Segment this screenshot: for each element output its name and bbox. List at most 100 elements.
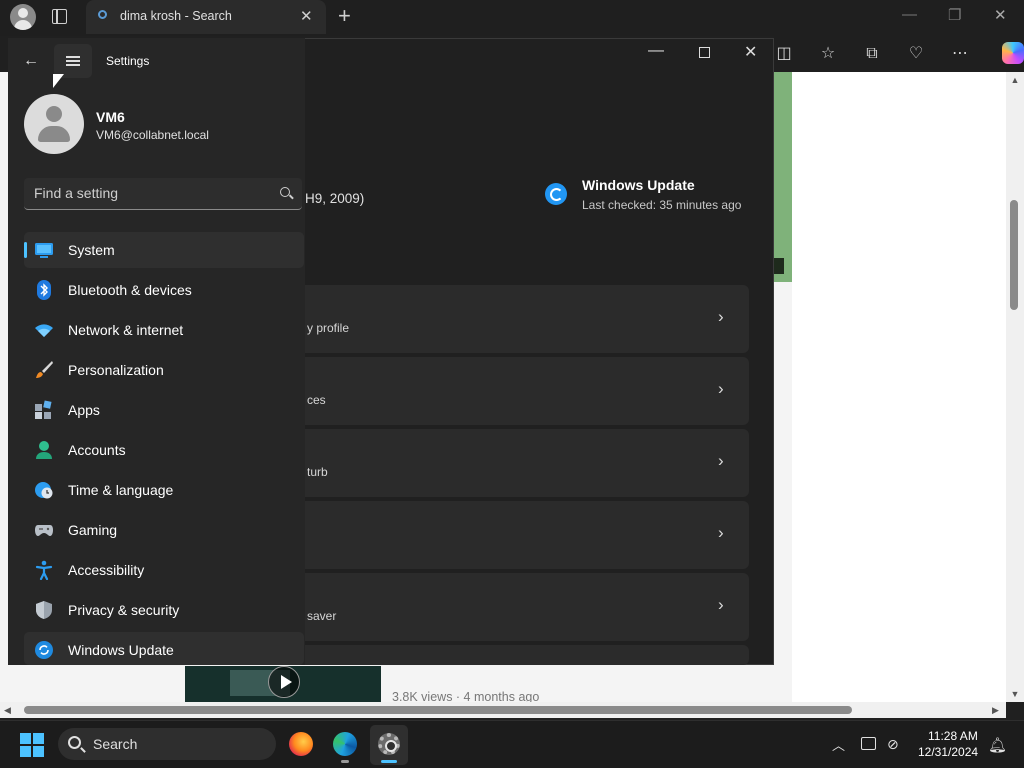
chevron-right-icon: › [718, 595, 724, 614]
settings-card[interactable]: › [305, 501, 749, 569]
scroll-up-icon[interactable]: ▲ [1006, 72, 1024, 88]
globe-clock-icon [35, 482, 53, 499]
user-name: VM6 [96, 109, 125, 125]
maximize-button[interactable] [699, 47, 710, 58]
favorites-icon[interactable]: ☆ [818, 44, 838, 64]
search-icon [68, 736, 81, 749]
settings-search-box[interactable] [24, 178, 302, 210]
navigation-menu-button[interactable] [54, 44, 92, 78]
nav-item-time-language[interactable]: Time & language [24, 472, 304, 508]
close-button[interactable]: ✕ [744, 42, 757, 62]
edge-icon[interactable] [333, 732, 357, 756]
user-email: VM6@collabnet.local [96, 128, 209, 142]
update-icon [35, 641, 53, 659]
browser-profile-avatar[interactable] [10, 4, 36, 30]
display-icon[interactable] [861, 737, 876, 750]
wifi-icon [35, 324, 53, 337]
gamepad-icon [35, 525, 53, 536]
vertical-scrollbar[interactable] [1006, 72, 1024, 702]
settings-title: Settings [106, 54, 150, 68]
settings-card[interactable]: ces › [305, 357, 749, 425]
tab-title: dima krosh - Search [120, 9, 232, 23]
windows-update-title[interactable]: Windows Update [582, 177, 695, 193]
search-input[interactable] [34, 185, 264, 201]
chevron-right-icon: › [718, 307, 724, 326]
firefox-icon[interactable] [289, 732, 313, 756]
nav-label: Accessibility [68, 562, 145, 578]
copilot-icon[interactable] [1002, 42, 1024, 64]
browser-tab-strip: dima krosh - Search ✕ + — ❐ ✕ [0, 0, 1024, 36]
scroll-down-icon[interactable]: ▼ [1006, 686, 1024, 702]
browser-close-icon[interactable]: ✕ [994, 6, 1007, 24]
nav-label: Time & language [68, 482, 174, 498]
taskbar-search[interactable]: Search [58, 728, 276, 760]
os-version-text: H9, 2009) [305, 191, 365, 206]
more-options-icon[interactable]: ⋯ [950, 44, 970, 64]
start-button[interactable] [20, 733, 44, 757]
settings-card[interactable]: saver › [305, 573, 749, 641]
nav-item-windows-update[interactable]: Windows Update [24, 632, 304, 665]
settings-card[interactable] [305, 645, 749, 665]
notification-bell-icon[interactable]: 🔔︎ [988, 736, 1007, 754]
chevron-up-icon[interactable]: ︿ [832, 735, 845, 754]
web-page-right-area [792, 72, 1006, 702]
browser-minimize-icon[interactable]: — [902, 6, 917, 23]
accessibility-icon [35, 560, 53, 580]
clock-time[interactable]: 11:28 AM [928, 729, 978, 743]
web-image-strip [774, 72, 792, 282]
nav-item-privacy[interactable]: Privacy & security [24, 592, 304, 628]
search-icon[interactable] [280, 187, 290, 197]
network-disconnected-icon[interactable]: ⊘ [887, 736, 899, 753]
minimize-button[interactable]: — [648, 42, 664, 60]
card-subtitle: turb [307, 465, 328, 479]
windows-update-icon[interactable] [545, 183, 567, 205]
selected-indicator [24, 242, 27, 258]
clock-date[interactable]: 12/31/2024 [918, 745, 978, 759]
nav-item-gaming[interactable]: Gaming [24, 512, 304, 548]
scroll-left-icon[interactable]: ◀ [4, 702, 11, 718]
shield-icon [36, 601, 52, 619]
play-icon[interactable] [268, 666, 300, 698]
web-image-badge [774, 258, 784, 274]
browser-tab[interactable]: dima krosh - Search ✕ [86, 0, 326, 34]
browser-essentials-icon[interactable]: ♡ [906, 44, 926, 64]
running-indicator [341, 760, 349, 763]
chevron-right-icon: › [718, 451, 724, 470]
settings-card[interactable]: y profile › [305, 285, 749, 353]
horizontal-scroll-thumb[interactable] [24, 706, 852, 714]
nav-label: Apps [68, 402, 100, 418]
windows-update-subtitle: Last checked: 35 minutes ago [582, 198, 742, 212]
nav-item-apps[interactable]: Apps [24, 392, 304, 428]
nav-item-personalization[interactable]: Personalization [24, 352, 304, 388]
nav-item-network[interactable]: Network & internet [24, 312, 304, 348]
nav-item-accounts[interactable]: Accounts [24, 432, 304, 468]
nav-item-bluetooth[interactable]: Bluetooth & devices [24, 272, 304, 308]
browser-restore-icon[interactable]: ❐ [948, 6, 961, 24]
nav-label: Network & internet [68, 322, 184, 338]
chevron-right-icon: › [718, 523, 724, 542]
settings-card[interactable]: turb › [305, 429, 749, 497]
apps-icon [35, 400, 52, 419]
card-subtitle: ces [307, 393, 326, 407]
bluetooth-icon [37, 280, 51, 300]
nav-item-accessibility[interactable]: Accessibility [24, 552, 304, 588]
nav-item-system[interactable]: System [24, 232, 304, 268]
user-avatar[interactable] [24, 94, 84, 154]
settings-gear-icon[interactable] [378, 733, 400, 755]
system-icon [35, 243, 53, 258]
tab-actions-icon[interactable] [52, 9, 67, 24]
split-screen-icon[interactable]: ◫ [774, 44, 794, 64]
brush-icon [36, 361, 53, 378]
back-button[interactable]: ← [14, 44, 48, 78]
chevron-right-icon: › [718, 379, 724, 398]
card-subtitle: saver [307, 609, 337, 623]
nav-label: Windows Update [68, 642, 174, 658]
tab-close-icon[interactable]: ✕ [300, 7, 313, 25]
active-indicator [381, 760, 397, 763]
new-tab-button[interactable]: + [338, 3, 351, 29]
nav-label: Privacy & security [68, 602, 180, 618]
vertical-scroll-thumb[interactable] [1010, 200, 1018, 310]
collections-icon[interactable]: ⧉ [862, 44, 882, 64]
scroll-right-icon[interactable]: ▶ [992, 702, 999, 718]
nav-label: Accounts [68, 442, 126, 458]
